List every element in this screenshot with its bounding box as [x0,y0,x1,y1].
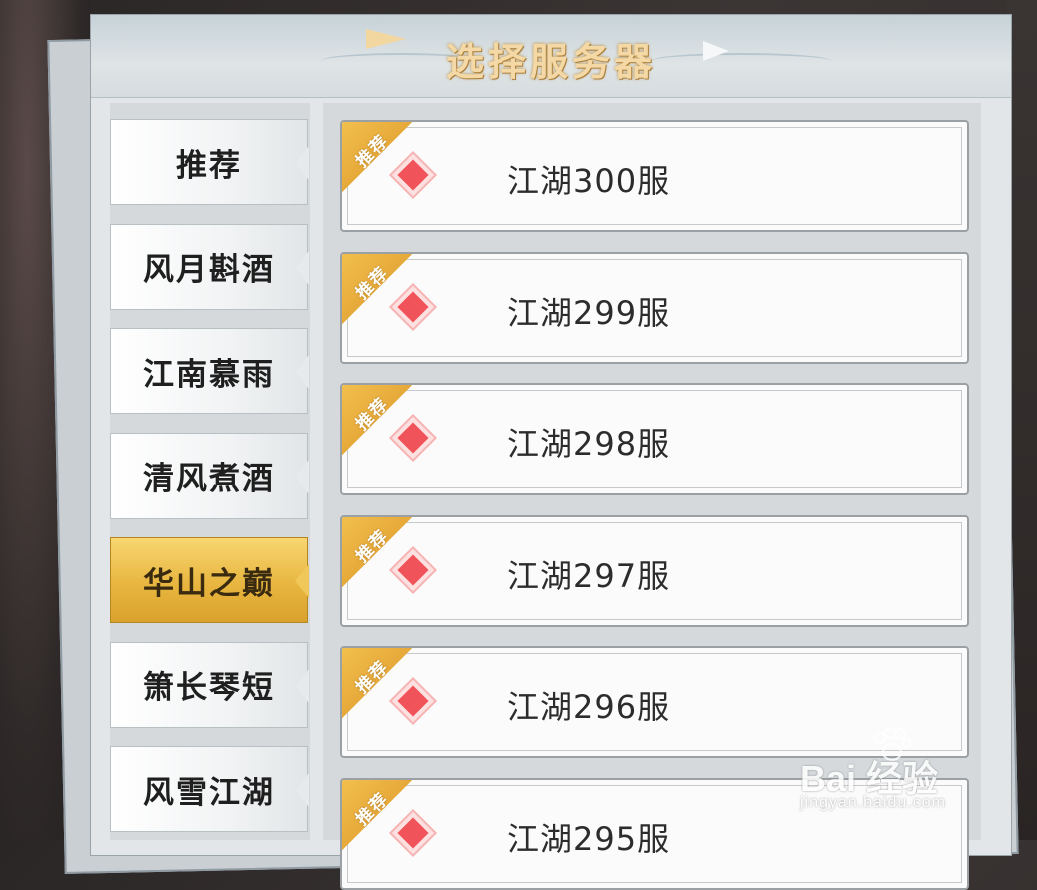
category-label: 风月斟酒 [143,252,275,288]
recommend-ribbon: 推荐 [342,253,413,325]
watermark: Bai 经验 jingyan.baidu.com [800,728,990,818]
chevron-left-icon [295,459,309,494]
server-name: 江湖297服 [507,556,671,595]
category-tab[interactable]: 风月斟酒 [110,223,309,310]
server-name: 江湖298服 [507,425,671,463]
recommend-ribbon: 推荐 [342,648,413,719]
recommend-badge: 推荐 [352,262,394,304]
page-title: 选择服务器 [445,40,656,84]
chevron-left-icon [295,355,309,389]
recommend-badge: 推荐 [352,525,394,567]
category-tab[interactable]: 风雪江湖 [110,746,309,832]
recommend-ribbon: 推荐 [342,122,413,193]
recommend-ribbon: 推荐 [342,385,413,456]
category-tab[interactable]: 华山之巅 [110,537,309,623]
category-label: 推荐 [176,147,242,184]
server-row[interactable]: 推荐江湖298服 [340,383,969,495]
watermark-sub: jingyan.baidu.com [800,794,946,811]
category-label: 风雪江湖 [143,774,275,811]
server-row[interactable]: 推荐江湖299服 [340,251,969,364]
category-tab[interactable]: 清风煮酒 [110,432,309,519]
category-label: 清风煮酒 [143,461,275,497]
recommend-badge: 推荐 [352,393,394,435]
server-name: 江湖296服 [507,688,671,726]
chevron-left-icon [295,668,309,703]
panel-header: 选择服务器 [91,15,1011,98]
chevron-left-icon [295,773,309,807]
server-row[interactable]: 推荐江湖297服 [340,514,969,627]
recommend-badge: 推荐 [352,656,394,698]
category-tab[interactable]: 箫长琴短 [110,641,309,728]
recommend-ribbon: 推荐 [342,516,413,588]
server-name: 江湖299服 [507,293,671,332]
chevron-left-icon [295,564,309,598]
recommend-badge: 推荐 [352,788,394,830]
server-name: 江湖295服 [507,819,671,858]
category-label: 江南慕雨 [143,356,275,393]
server-name: 江湖300服 [507,162,671,200]
chevron-left-icon [295,250,309,285]
category-tab[interactable]: 推荐 [110,119,309,205]
server-row[interactable]: 推荐江湖300服 [340,120,969,232]
chevron-left-icon [295,146,309,180]
category-label: 华山之巅 [143,565,275,602]
category-label: 箫长琴短 [143,670,275,706]
recommend-badge: 推荐 [352,130,394,172]
category-tab[interactable]: 江南慕雨 [110,328,309,414]
